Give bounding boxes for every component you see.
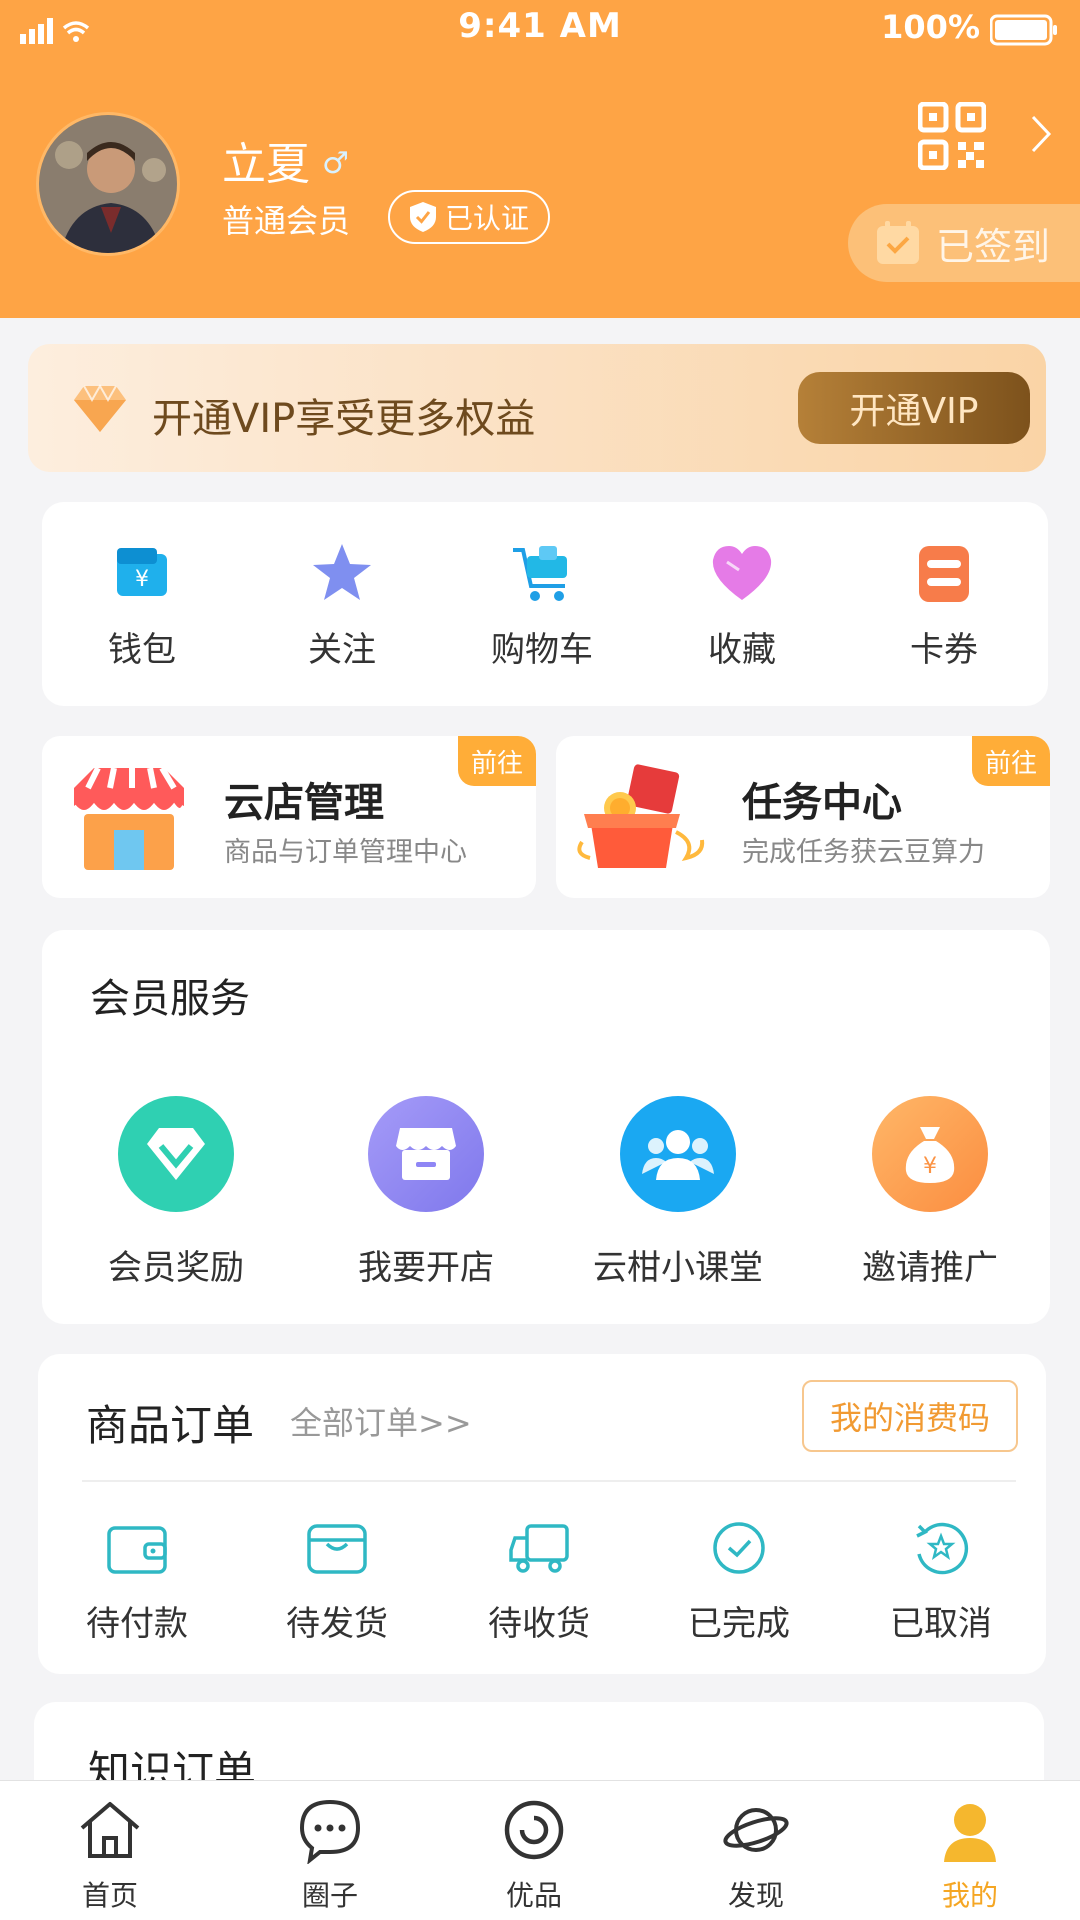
vip-promo-text: 开通VIP享受更多权益 bbox=[152, 396, 536, 442]
verified-label: 已认证 bbox=[444, 202, 529, 235]
money-bag-icon: ¥ bbox=[905, 1127, 955, 1183]
tab-label: 首页 bbox=[81, 1879, 138, 1912]
order-status-cancelled[interactable]: 已取消 bbox=[866, 1520, 1016, 1645]
chat-icon bbox=[299, 1799, 361, 1865]
signin-button[interactable]: 已签到 bbox=[848, 204, 1080, 282]
all-orders-link[interactable]: 全部订单>> bbox=[290, 1398, 472, 1444]
coupon-icon bbox=[919, 546, 969, 602]
order-status-to-ship[interactable]: 待发货 bbox=[262, 1520, 412, 1645]
service-open-shop[interactable]: 我要开店 bbox=[326, 1096, 526, 1289]
people-icon bbox=[642, 1130, 714, 1180]
quick-action-label: 卡券 bbox=[910, 630, 978, 670]
feature-subtitle: 商品与订单管理中心 bbox=[224, 837, 467, 868]
battery-icon bbox=[990, 14, 1057, 46]
gift-box-icon bbox=[577, 764, 705, 868]
username: 立夏 bbox=[222, 139, 310, 190]
battery-percent: 100% bbox=[881, 8, 980, 46]
cart-icon bbox=[513, 546, 567, 601]
service-icon-bg bbox=[620, 1096, 736, 1212]
tab-label: 发现 bbox=[727, 1879, 784, 1912]
service-member-rewards[interactable]: 会员奖励 bbox=[76, 1096, 276, 1289]
go-tag: 前往 bbox=[972, 736, 1050, 786]
profile-icon bbox=[944, 1804, 996, 1862]
section-title: 会员服务 bbox=[90, 976, 250, 1022]
package-icon bbox=[307, 1524, 367, 1574]
quick-action-wallet[interactable]: ¥ 钱包 bbox=[72, 540, 212, 671]
order-status-pending-payment[interactable]: 待付款 bbox=[62, 1520, 212, 1645]
service-label: 云柑小课堂 bbox=[593, 1248, 763, 1288]
order-status-label: 待付款 bbox=[86, 1604, 188, 1644]
service-icon-bg bbox=[368, 1096, 484, 1212]
quick-action-cart[interactable]: 购物车 bbox=[472, 540, 612, 671]
quick-action-label: 购物车 bbox=[491, 630, 593, 670]
svg-text:¥: ¥ bbox=[135, 567, 149, 592]
planet-icon bbox=[723, 1808, 789, 1852]
diamond-icon bbox=[147, 1128, 205, 1180]
check-circle-icon bbox=[713, 1522, 765, 1574]
order-status-label: 待收货 bbox=[488, 1604, 590, 1644]
section-title: 商品订单 bbox=[86, 1401, 255, 1450]
tab-label: 圈子 bbox=[301, 1879, 358, 1912]
svg-text:¥: ¥ bbox=[923, 1154, 937, 1179]
feature-subtitle: 完成任务获云豆算力 bbox=[742, 837, 985, 868]
circle-icon bbox=[504, 1800, 564, 1860]
status-bar: 9:41 AM 100% bbox=[0, 0, 1080, 60]
feature-title: 云店管理 bbox=[224, 780, 384, 826]
order-status-completed[interactable]: 已完成 bbox=[664, 1520, 814, 1645]
member-level: 普通会员 bbox=[222, 202, 351, 240]
tab-home[interactable]: 首页 bbox=[30, 1796, 190, 1914]
quick-action-favorites[interactable]: 收藏 bbox=[672, 540, 812, 671]
order-status-to-receive[interactable]: 待收货 bbox=[464, 1520, 614, 1645]
order-status-label: 已完成 bbox=[688, 1604, 790, 1644]
order-status-label: 待发货 bbox=[286, 1604, 388, 1644]
divider bbox=[82, 1480, 1016, 1482]
chevron-right-icon[interactable] bbox=[1030, 114, 1052, 154]
quick-action-label: 收藏 bbox=[708, 630, 776, 670]
tab-discover[interactable]: 发现 bbox=[676, 1796, 836, 1914]
tab-selected-goods[interactable]: 优品 bbox=[454, 1796, 614, 1914]
signin-label: 已签到 bbox=[936, 224, 1051, 269]
service-icon-bg bbox=[118, 1096, 234, 1212]
service-invite[interactable]: ¥ 邀请推广 bbox=[830, 1096, 1030, 1289]
quick-action-follow[interactable]: 关注 bbox=[272, 540, 412, 671]
service-label: 我要开店 bbox=[358, 1248, 494, 1288]
verified-badge[interactable]: 已认证 bbox=[388, 190, 550, 244]
quick-action-label: 钱包 bbox=[108, 630, 176, 670]
home-icon bbox=[80, 1802, 140, 1858]
tab-circle-community[interactable]: 圈子 bbox=[250, 1796, 410, 1914]
calendar-check-icon bbox=[877, 221, 919, 264]
shield-check-icon bbox=[409, 202, 436, 232]
my-consumption-code-button[interactable]: 我的消费码 bbox=[802, 1380, 1018, 1452]
avatar-photo-icon bbox=[39, 115, 177, 253]
tab-profile[interactable]: 我的 bbox=[890, 1796, 1050, 1914]
diamond-icon bbox=[74, 383, 126, 432]
store-icon bbox=[72, 766, 186, 870]
feature-card-store[interactable]: 前往 云店管理 商品与订单管理中心 bbox=[42, 736, 536, 898]
wallet-icon: ¥ bbox=[117, 548, 167, 596]
star-icon bbox=[313, 544, 371, 600]
feature-card-tasks[interactable]: 前往 任务中心 完成任务获云豆算力 bbox=[556, 736, 1050, 898]
service-label: 邀请推广 bbox=[862, 1248, 998, 1288]
tab-label: 我的 bbox=[941, 1879, 998, 1912]
order-status-label: 已取消 bbox=[890, 1604, 992, 1644]
heart-icon bbox=[712, 546, 772, 600]
cancel-star-icon bbox=[916, 1522, 969, 1575]
feature-title: 任务中心 bbox=[742, 780, 902, 826]
quick-action-label: 关注 bbox=[308, 630, 376, 670]
open-vip-button[interactable]: 开通VIP bbox=[798, 372, 1030, 444]
gender-male-icon: ♂ bbox=[322, 146, 349, 181]
truck-icon bbox=[509, 1524, 569, 1573]
service-icon-bg: ¥ bbox=[872, 1096, 988, 1212]
tab-label: 优品 bbox=[505, 1879, 562, 1912]
quick-action-coupons[interactable]: 卡券 bbox=[874, 540, 1014, 671]
qr-code-icon[interactable] bbox=[918, 102, 986, 170]
wallet-outline-icon bbox=[107, 1526, 167, 1574]
shop-icon bbox=[396, 1128, 456, 1180]
service-classroom[interactable]: 云柑小课堂 bbox=[578, 1096, 778, 1289]
go-tag: 前往 bbox=[458, 736, 536, 786]
service-label: 会员奖励 bbox=[108, 1248, 244, 1288]
avatar[interactable] bbox=[36, 112, 180, 256]
